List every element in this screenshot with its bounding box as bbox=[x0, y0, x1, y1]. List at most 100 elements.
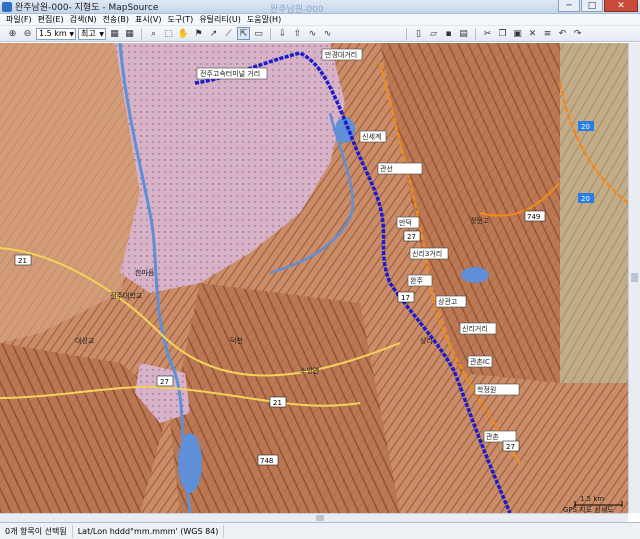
properties-icon[interactable]: ≡ bbox=[541, 27, 554, 40]
open-file-icon[interactable]: ▱ bbox=[427, 27, 440, 40]
coordinate-format: Lat/Lon hddd°mm.mmm' (WGS 84) bbox=[73, 524, 225, 538]
zoom-out-icon[interactable]: ⊖ bbox=[21, 27, 34, 40]
window-title: 완주남원-000- 지형도 - MapSource bbox=[15, 3, 159, 13]
zoom-tool-icon[interactable]: ⌕ bbox=[147, 27, 160, 40]
svg-text:신리거리: 신리거리 bbox=[462, 324, 488, 333]
map-detail-caption: GPS 지도 상세도 bbox=[563, 505, 614, 513]
zoom-scale-value: 1.5 km bbox=[39, 29, 67, 38]
place-label: 상관고 bbox=[435, 295, 467, 308]
place-label: 학정원 bbox=[474, 383, 520, 396]
map-product-icon[interactable]: ▦ bbox=[108, 27, 121, 40]
highway-shield: 20 bbox=[578, 121, 594, 131]
place-label: 만경대거리 bbox=[321, 48, 363, 61]
menu-transfer[interactable]: 전송(B) bbox=[100, 14, 132, 25]
title-bar: 완주남원-000- 지형도 - MapSource 완주남원-000 ─ □ ✕ bbox=[0, 0, 640, 15]
receive-device-icon[interactable]: ⇩ bbox=[276, 27, 289, 40]
paste-icon[interactable]: ▣ bbox=[511, 27, 524, 40]
undo-icon[interactable]: ↶ bbox=[556, 27, 569, 40]
highway-shield: 20 bbox=[578, 193, 594, 203]
scrollbar-thumb[interactable] bbox=[316, 515, 324, 521]
hand-tool-icon[interactable]: ✋ bbox=[177, 27, 190, 40]
mapsource-app-icon bbox=[2, 1, 12, 12]
toolbar-separator bbox=[270, 27, 271, 40]
pointer-tool-icon[interactable]: ⇱ bbox=[237, 27, 250, 40]
route-shield: 749 bbox=[524, 210, 546, 222]
distance-tool-icon[interactable]: ⟋ bbox=[222, 27, 235, 40]
toolbar: ⊕ ⊖ 1.5 km ▼ 최고 ▼ ▦ ▦ ⌕ ⬚ ✋ ⚑ ↗ ⟋ ⇱ ▭ ⇩ … bbox=[0, 26, 640, 42]
menu-view[interactable]: 표시(V) bbox=[132, 14, 164, 25]
place-label: 만덕 bbox=[396, 216, 420, 229]
vertical-scrollbar[interactable] bbox=[628, 43, 640, 513]
status-bar: 0개 항목이 선택됨 Lat/Lon hddd°mm.mmm' (WGS 84) bbox=[0, 522, 640, 539]
menu-help[interactable]: 도움말(H) bbox=[244, 14, 284, 25]
cut-icon[interactable]: ✂ bbox=[481, 27, 494, 40]
place-label: 대성교 bbox=[75, 336, 95, 345]
selection-status: 0개 항목이 선택됨 bbox=[0, 524, 73, 538]
svg-text:1.5 km: 1.5 km bbox=[580, 495, 604, 503]
ruler-tool-icon[interactable]: ▭ bbox=[252, 27, 265, 40]
zoom-in-icon[interactable]: ⊕ bbox=[6, 27, 19, 40]
menu-utilities[interactable]: 유틸리티(U) bbox=[196, 14, 244, 25]
close-button[interactable]: ✕ bbox=[604, 0, 638, 12]
toolbar-separator bbox=[406, 27, 407, 40]
horizontal-scrollbar[interactable] bbox=[0, 513, 628, 522]
redo-icon[interactable]: ↷ bbox=[571, 27, 584, 40]
svg-text:완주: 완주 bbox=[410, 277, 423, 285]
svg-text:20: 20 bbox=[581, 195, 590, 203]
menu-bar: 파일(F) 편집(E) 검색(N) 전송(B) 표시(V) 도구(T) 유틸리티… bbox=[0, 14, 640, 26]
menu-find[interactable]: 검색(N) bbox=[67, 14, 100, 25]
print-icon[interactable]: ▤ bbox=[457, 27, 470, 40]
minimize-button[interactable]: ─ bbox=[558, 0, 580, 12]
chevron-down-icon: ▼ bbox=[99, 30, 104, 38]
svg-text:20: 20 bbox=[581, 123, 590, 131]
copy-icon[interactable]: ❐ bbox=[496, 27, 509, 40]
menu-tools[interactable]: 도구(T) bbox=[164, 14, 196, 25]
map-product-alt-icon[interactable]: ▦ bbox=[123, 27, 136, 40]
place-label: 신리3거리 bbox=[409, 247, 449, 260]
route-shield: 27 bbox=[403, 230, 421, 242]
route-tool-icon[interactable]: ↗ bbox=[207, 27, 220, 40]
place-label: 관촌IC bbox=[467, 355, 493, 368]
track-icon[interactable]: ∿ bbox=[306, 27, 319, 40]
place-label: 전주대학교 bbox=[110, 291, 143, 300]
maximize-button[interactable]: □ bbox=[581, 0, 603, 12]
select-tool-icon[interactable]: ⬚ bbox=[162, 27, 175, 40]
place-label: 상리 bbox=[420, 336, 433, 345]
map-view[interactable]: 전주고속터미널 거리 만경대거리 신세계 관선 만덕 신리3거리 완주 상관고 bbox=[0, 43, 640, 522]
zoom-scale-select[interactable]: 1.5 km ▼ bbox=[36, 27, 76, 40]
svg-text:상관고: 상관고 bbox=[438, 297, 458, 306]
delete-icon[interactable]: ✕ bbox=[526, 27, 539, 40]
svg-text:27: 27 bbox=[506, 443, 515, 451]
track-alt-icon[interactable]: ∿ bbox=[321, 27, 334, 40]
menu-edit[interactable]: 편집(E) bbox=[35, 14, 67, 25]
svg-text:관촌: 관촌 bbox=[486, 432, 499, 441]
svg-text:관선: 관선 bbox=[380, 164, 393, 173]
route-shield: 17 bbox=[397, 291, 415, 303]
waypoint-tool-icon[interactable]: ⚑ bbox=[192, 27, 205, 40]
place-label: 소양면 bbox=[300, 366, 319, 375]
topographic-map[interactable]: 전주고속터미널 거리 만경대거리 신세계 관선 만덕 신리3거리 완주 상관고 bbox=[0, 43, 628, 513]
reservoir bbox=[461, 267, 489, 283]
save-file-icon[interactable]: ▪ bbox=[442, 27, 455, 40]
svg-text:27: 27 bbox=[160, 378, 169, 386]
route-shield: 21 bbox=[14, 254, 32, 266]
scrollbar-thumb[interactable] bbox=[631, 273, 638, 282]
menu-file[interactable]: 파일(F) bbox=[3, 14, 35, 25]
svg-text:만덕: 만덕 bbox=[399, 218, 412, 227]
place-label: 관촌 bbox=[483, 430, 517, 443]
detail-level-select[interactable]: 최고 ▼ bbox=[78, 27, 106, 40]
new-file-icon[interactable]: ▯ bbox=[412, 27, 425, 40]
detail-level-value: 최고 bbox=[81, 29, 96, 38]
place-label: 신세계 bbox=[359, 130, 387, 143]
place-label: 전주고속터미널 거리 bbox=[196, 67, 268, 80]
svg-text:21: 21 bbox=[18, 257, 27, 265]
route-shield: 27 bbox=[502, 440, 520, 452]
svg-text:전주고속터미널 거리: 전주고속터미널 거리 bbox=[200, 69, 260, 78]
route-shield: 27 bbox=[156, 375, 174, 387]
svg-text:만경대거리: 만경대거리 bbox=[325, 50, 357, 59]
send-device-icon[interactable]: ⇧ bbox=[291, 27, 304, 40]
route-shield: 21 bbox=[269, 396, 287, 408]
place-label: 정문고 bbox=[470, 216, 490, 225]
place-label: 신리거리 bbox=[459, 322, 497, 335]
svg-text:749: 749 bbox=[527, 213, 540, 221]
